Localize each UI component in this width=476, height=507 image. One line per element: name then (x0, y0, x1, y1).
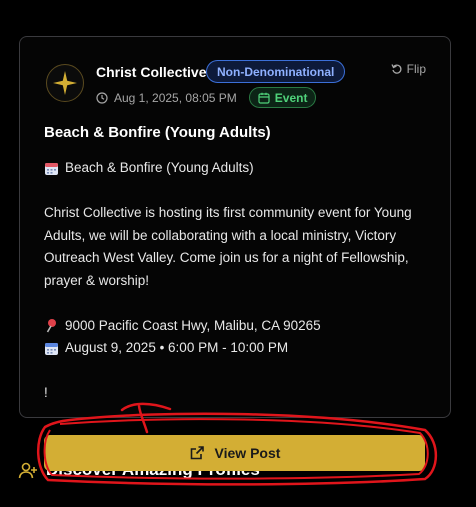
body-paragraph: Christ Collective is hosting its first c… (44, 205, 412, 288)
flip-label: Flip (406, 62, 426, 76)
datetime-line: August 9, 2025 • 6:00 PM - 10:00 PM (44, 337, 436, 360)
calendar-icon (45, 342, 58, 355)
location-line: 9000 Pacific Coast Hwy, Malibu, CA 90265 (44, 315, 436, 338)
body-title-line: Beach & Bonfire (Young Adults) (44, 157, 436, 180)
calendar-icon (45, 162, 58, 175)
user-plus-icon (18, 462, 37, 479)
denomination-badge: Non-Denominational (206, 60, 346, 83)
org-name[interactable]: Christ Collective (96, 64, 206, 80)
post-title: Beach & Bonfire (Young Adults) (44, 124, 271, 141)
post-meta: Aug 1, 2025, 08:05 PM Event (96, 87, 317, 108)
post-body: Beach & Bonfire (Young Adults) Christ Co… (44, 157, 436, 405)
star-logo-icon (53, 71, 77, 95)
clock-icon (96, 91, 108, 104)
location-text: 9000 Pacific Coast Hwy, Malibu, CA 90265 (65, 317, 321, 333)
view-post-label: View Post (214, 445, 281, 461)
external-link-icon (190, 446, 204, 460)
view-post-button[interactable]: View Post (44, 435, 425, 471)
calendar-icon (258, 92, 270, 104)
post-timestamp: Aug 1, 2025, 08:05 PM (114, 90, 237, 105)
pin-icon (46, 319, 56, 333)
trailing-line: ! (44, 385, 48, 400)
rotate-icon (391, 64, 402, 74)
post-card: Christ Collective Non-Denominational Fli… (19, 36, 451, 418)
flip-button[interactable]: Flip (391, 62, 426, 76)
body-title-text: Beach & Bonfire (Young Adults) (65, 160, 254, 175)
screen: Christ Collective Non-Denominational Fli… (0, 0, 476, 507)
datetime-text: August 9, 2025 • 6:00 PM - 10:00 PM (65, 340, 289, 355)
org-avatar[interactable] (46, 64, 84, 102)
event-badge-label: Event (274, 90, 308, 105)
event-badge: Event (248, 87, 317, 108)
